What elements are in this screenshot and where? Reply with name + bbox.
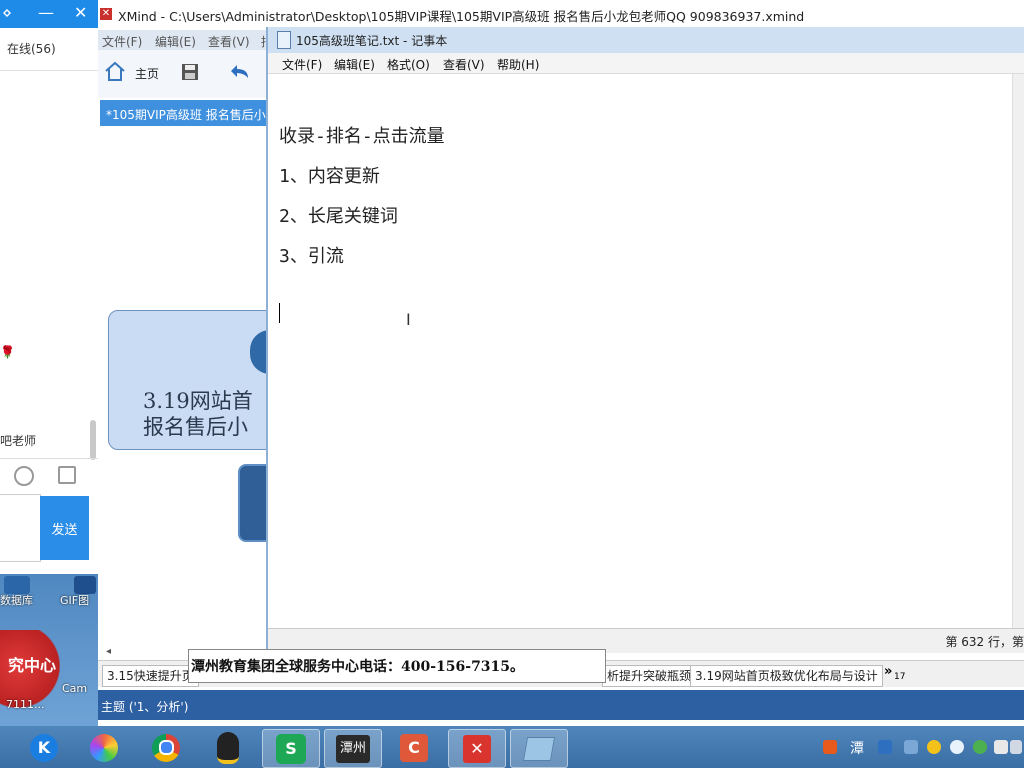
- menu-file[interactable]: 文件(F): [102, 33, 142, 50]
- network-icon[interactable]: [904, 740, 918, 754]
- xmind-logo-icon: ✕: [100, 8, 112, 20]
- sheet-overflow-button[interactable]: »: [884, 664, 892, 679]
- close-icon[interactable]: ✕: [74, 3, 87, 22]
- text-caret: [279, 303, 280, 323]
- home-icon[interactable]: [104, 60, 126, 82]
- chrome-icon[interactable]: [138, 729, 194, 766]
- desktop-icon-label[interactable]: 7111...: [6, 698, 44, 711]
- shield-icon[interactable]: [994, 740, 1008, 754]
- tanzhou-tray-icon[interactable]: 潭: [850, 738, 864, 758]
- home-button-label[interactable]: 主页: [135, 65, 159, 82]
- divider: [0, 70, 100, 71]
- status-text: 主题 ('1、分析'): [101, 700, 189, 714]
- tanzhou-icon[interactable]: 潭州: [324, 729, 382, 768]
- notepad-icon: [277, 31, 291, 49]
- xmind-editor-tab[interactable]: *105期VIP高级班 报名售后小龙: [100, 100, 278, 126]
- notepad-menubar: [268, 53, 1024, 74]
- desktop-icon-label[interactable]: 数据库: [0, 592, 33, 608]
- text-line: 2、长尾关键词: [279, 206, 398, 227]
- mail-icon[interactable]: [878, 740, 892, 754]
- camtasia-icon[interactable]: C: [386, 729, 442, 766]
- text-line: 收录-排名-点击流量: [279, 126, 445, 147]
- chrome-tray-icon[interactable]: [973, 740, 987, 754]
- menu-edit[interactable]: 编辑(E): [155, 33, 196, 50]
- chat-panel: ⋄ — ✕ 在线(56) 🌹 吧老师 发送: [0, 0, 100, 574]
- desktop-icon-label[interactable]: Cam: [62, 682, 87, 695]
- menu-format[interactable]: 格式(O): [387, 56, 430, 73]
- menu-view[interactable]: 查看(V): [208, 33, 250, 50]
- xmind-statusbar: 主题 ('1、分析'): [98, 690, 1024, 720]
- wifi-icon[interactable]: [1010, 740, 1022, 754]
- window-title: XMind - C:\Users\Administrator\Desktop\1…: [118, 9, 805, 24]
- banner-text: 潭州教育集团全球服务中心电话：400-156-7315。: [191, 659, 525, 675]
- chat-scrollbar[interactable]: [90, 420, 96, 460]
- chat-message-flower: 🌹: [0, 345, 15, 359]
- pinwheel-icon[interactable]: [76, 729, 132, 766]
- sogou-icon[interactable]: [823, 740, 837, 754]
- online-count: 在线(56): [7, 42, 56, 56]
- share-icon[interactable]: ⋄: [2, 3, 12, 22]
- notepad-text-area[interactable]: 收录-排名-点击流量 1、内容更新 2、长尾关键词 3、引流 I: [268, 74, 1012, 629]
- qq-icon[interactable]: [200, 729, 256, 766]
- save-icon[interactable]: [180, 62, 200, 82]
- clear-icon[interactable]: [58, 466, 76, 484]
- text-line: 1、内容更新: [279, 166, 380, 187]
- desktop: 数据库 GIF图 究中心 Cam 7111...: [0, 574, 100, 726]
- send-button[interactable]: 发送: [40, 496, 89, 560]
- ibeam-cursor-icon: I: [406, 310, 411, 329]
- flower-icon: 🌹: [0, 345, 15, 359]
- notepad-window: 105高级班笔记.txt - 记事本 文件(F) 编辑(E) 格式(O) 查看(…: [266, 27, 1024, 653]
- plus-icon[interactable]: [927, 740, 941, 754]
- desktop-icon-label[interactable]: GIF图: [60, 592, 89, 608]
- scroll-left-icon[interactable]: ◂: [106, 646, 111, 657]
- watermark-text: 究中心: [8, 656, 57, 675]
- xmind-icon[interactable]: ✕: [448, 729, 506, 768]
- minimize-icon[interactable]: —: [38, 3, 54, 22]
- divider: [0, 458, 100, 459]
- notepad-titlebar[interactable]: 105高级班笔记.txt - 记事本: [268, 27, 1024, 53]
- wps-sheet-icon[interactable]: S: [262, 729, 320, 768]
- line-position: 第 632 行，第: [945, 635, 1024, 649]
- topic-line-2: 报名售后小: [143, 415, 248, 439]
- text-line: 3、引流: [279, 246, 344, 267]
- editor-tab-label: *105期VIP高级班 报名售后小龙: [106, 108, 278, 122]
- notepad-icon[interactable]: [510, 729, 568, 768]
- chat-teacher-name: 吧老师: [0, 434, 37, 448]
- chat-input[interactable]: [0, 494, 41, 562]
- menu-help[interactable]: 帮助(H): [497, 56, 539, 73]
- menu-file[interactable]: 文件(F): [282, 56, 322, 73]
- block-icon[interactable]: [14, 466, 34, 486]
- chat-titlebar: ⋄ — ✕: [0, 0, 100, 28]
- undo-icon[interactable]: [230, 62, 252, 82]
- service-banner: 潭州教育集团全球服务中心电话：400-156-7315。: [188, 649, 606, 683]
- sheet-count: 17: [894, 672, 906, 682]
- sheet-tab[interactable]: 3.15快速提升页: [102, 665, 199, 687]
- kugou-icon[interactable]: K: [16, 729, 72, 766]
- cloud-icon[interactable]: [950, 740, 964, 754]
- xmind-titlebar: ✕ XMind - C:\Users\Administrator\Desktop…: [98, 0, 1024, 30]
- menu-edit[interactable]: 编辑(E): [334, 56, 375, 73]
- sheet-tab[interactable]: 析提升突破瓶颈: [602, 665, 697, 687]
- menu-view[interactable]: 查看(V): [443, 56, 485, 73]
- notepad-scrollbar[interactable]: [1012, 74, 1024, 629]
- sheet-tab-active[interactable]: 3.19网站首页极致优化布局与设计: [690, 665, 883, 687]
- notepad-title: 105高级班笔记.txt - 记事本: [296, 34, 448, 48]
